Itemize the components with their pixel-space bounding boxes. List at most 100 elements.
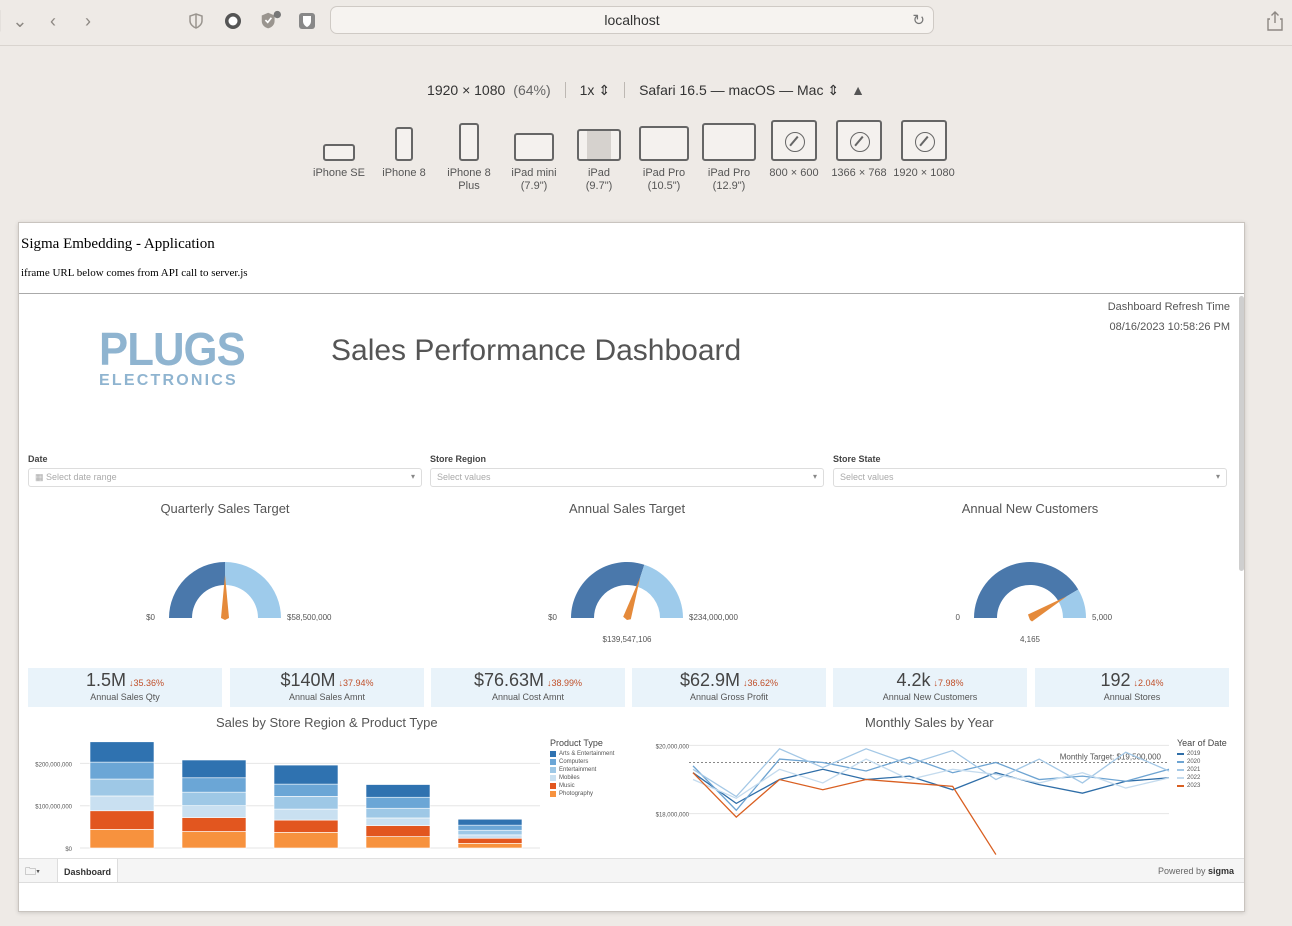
legend-item[interactable]: 2023	[1177, 782, 1227, 790]
legend-item[interactable]: Entertainment	[550, 766, 614, 774]
bar-segment	[273, 832, 339, 849]
bar-segment	[89, 795, 155, 812]
device-800x600[interactable]: 800 × 600	[762, 120, 826, 180]
device-label: 1920 × 1080	[893, 167, 955, 179]
scrollbar-thumb[interactable]	[1239, 296, 1244, 571]
kpi-card[interactable]: $140M ↓37.94% Annual Sales Amnt	[230, 668, 424, 707]
share-icon[interactable]	[1264, 10, 1286, 32]
legend-line-swatch	[1177, 777, 1184, 779]
y-tick-label: $18,000,000	[656, 813, 690, 819]
device-iphone-8[interactable]: iPhone 8	[372, 120, 436, 180]
kpi-card[interactable]: 192 ↓2.04% Annual Stores	[1035, 668, 1229, 707]
year-legend: Year of Date 2019 2020 2021 2022 2023	[1177, 738, 1227, 790]
privacy-shield-icon[interactable]	[185, 10, 207, 32]
legend-label: 2022	[1187, 775, 1201, 781]
gauge-title: Quarterly Sales Target	[160, 501, 290, 516]
tab-dashboard[interactable]: Dashboard	[57, 859, 119, 882]
pixel-ratio-select[interactable]: 1x ⇕	[580, 82, 610, 99]
legend-item[interactable]: Computers	[550, 758, 614, 766]
kpi-value: $140M	[280, 670, 336, 690]
chevron-down-icon: ▾	[812, 472, 817, 481]
safari-compass-icon	[836, 120, 882, 161]
bar-segment	[181, 759, 247, 779]
pixel-ratio-value: 1x	[579, 81, 595, 98]
page-subtitle: iframe URL below comes from API call to …	[21, 267, 248, 279]
kpi-card[interactable]: $76.63M ↓38.99% Annual Cost Amnt	[431, 668, 625, 707]
forward-icon[interactable]: ›	[77, 10, 99, 32]
user-agent-select[interactable]: Safari 16.5 — macOS — Mac ⇕	[639, 82, 839, 99]
y-tick-label: $20,000,000	[656, 744, 690, 750]
legend-item[interactable]: 2021	[1177, 766, 1227, 774]
bar-segment	[273, 808, 339, 821]
device-label: iPad (9.7")	[585, 167, 613, 192]
kpi-value: 4.2k	[896, 670, 931, 690]
kpi-value: $62.9M	[679, 670, 740, 690]
page-viewport: Sigma Embedding - Application iframe URL…	[18, 222, 1245, 912]
scale-label: (64%)	[513, 82, 551, 98]
kpi-card[interactable]: 4.2k ↓7.98% Annual New Customers	[833, 668, 1027, 707]
kpi-card[interactable]: $62.9M ↓36.62% Annual Gross Profit	[632, 668, 826, 707]
legend-item[interactable]: Music	[550, 782, 614, 790]
bar-segment	[181, 831, 247, 849]
annual-sales-gauge[interactable]: $0 $234,000,000 $139,547,106	[430, 534, 824, 654]
annual-customers-gauge[interactable]: 0 5,000 4,165	[833, 534, 1227, 654]
kpi-card[interactable]: 1.5M ↓35.36% Annual Sales Qty	[28, 668, 222, 707]
sales-by-region-chart[interactable]: $0 $100,000,000 $200,000,000	[28, 734, 548, 858]
device-label: 800 × 600	[769, 167, 819, 179]
store-state-select[interactable]: Select values ▾	[833, 468, 1227, 487]
device-label: iPad mini (7.9")	[511, 167, 557, 192]
gauge-value-label: $139,547,106	[603, 635, 652, 644]
date-range-input[interactable]: ▦ Select date range ▾	[28, 468, 422, 487]
device-label: iPhone SE	[313, 167, 365, 179]
folder-menu-button[interactable]: 🗀▾	[25, 863, 53, 881]
device-iphone-8-plus[interactable]: iPhone 8 Plus	[437, 120, 501, 193]
device-label: iPad Pro (10.5")	[642, 167, 686, 192]
device-1920x1080[interactable]: 1920 × 1080	[892, 120, 956, 180]
monthly-sales-chart[interactable]: $20,000,000 $18,000,000 Monthly Target: $1…	[631, 734, 1176, 858]
device-iphone-se[interactable]: iPhone SE	[307, 120, 371, 180]
gauge-remaining-arc	[225, 562, 281, 618]
device-ipad-pro-10[interactable]: iPad Pro (10.5")	[632, 120, 696, 193]
quarterly-sales-gauge[interactable]: $0 $58,500,000	[28, 534, 422, 654]
bar-segment	[365, 836, 431, 849]
extension-badge-icon[interactable]	[259, 10, 281, 32]
filter-label: Store Region	[430, 454, 487, 464]
powered-by[interactable]: Powered by sigma	[1158, 866, 1234, 876]
legend-item[interactable]: Arts & Entertainment	[550, 750, 614, 758]
device-label: 1366 × 768	[831, 167, 887, 179]
warning-icon[interactable]: ▲	[851, 82, 865, 98]
legend-item[interactable]: Photography	[550, 790, 614, 798]
resolution-label[interactable]: 1920 × 1080	[427, 82, 505, 98]
chart-title: Monthly Sales by Year	[865, 715, 994, 730]
address-bar[interactable]: localhost ↻	[330, 6, 934, 34]
device-1366x768[interactable]: 1366 × 768	[827, 120, 891, 180]
sidebar-toggle-icon[interactable]: ▏⌄	[0, 10, 27, 32]
legend-item[interactable]: 2020	[1177, 758, 1227, 766]
device-ipad-pro-12[interactable]: iPad Pro (12.9")	[697, 120, 761, 193]
bar-segment	[273, 796, 339, 810]
device-ipad-mini[interactable]: iPad mini (7.9")	[502, 120, 566, 193]
legend-item[interactable]: 2022	[1177, 774, 1227, 782]
store-region-select[interactable]: Select values ▾	[430, 468, 824, 487]
divider	[564, 82, 566, 98]
filter-label: Store State	[833, 454, 881, 464]
legend-item[interactable]: 2019	[1177, 750, 1227, 758]
chevron-down-icon: ▾	[1215, 472, 1220, 481]
kpi-label: Annual Sales Amnt	[288, 692, 366, 702]
device-ipad[interactable]: iPad (9.7")	[567, 120, 631, 193]
filter-placeholder: Select values	[840, 472, 894, 482]
bar-segment	[457, 837, 523, 844]
bitwarden-extension-icon[interactable]	[296, 10, 318, 32]
bar-segment	[273, 764, 339, 785]
reload-icon[interactable]: ↻	[912, 11, 925, 29]
scrollbar[interactable]	[1239, 296, 1244, 856]
record-extension-icon[interactable]	[222, 10, 244, 32]
legend-item[interactable]: Mobiles	[550, 774, 614, 782]
bar-segment	[457, 843, 523, 849]
bar-segment	[89, 829, 155, 849]
filter-placeholder: Select date range	[46, 472, 117, 482]
browser-toolbar: ▏⌄ ‹ › localhost ↻	[0, 0, 1292, 46]
legend-label: 2023	[1187, 783, 1201, 789]
bar-segment	[181, 791, 247, 806]
back-icon[interactable]: ‹	[42, 10, 64, 32]
